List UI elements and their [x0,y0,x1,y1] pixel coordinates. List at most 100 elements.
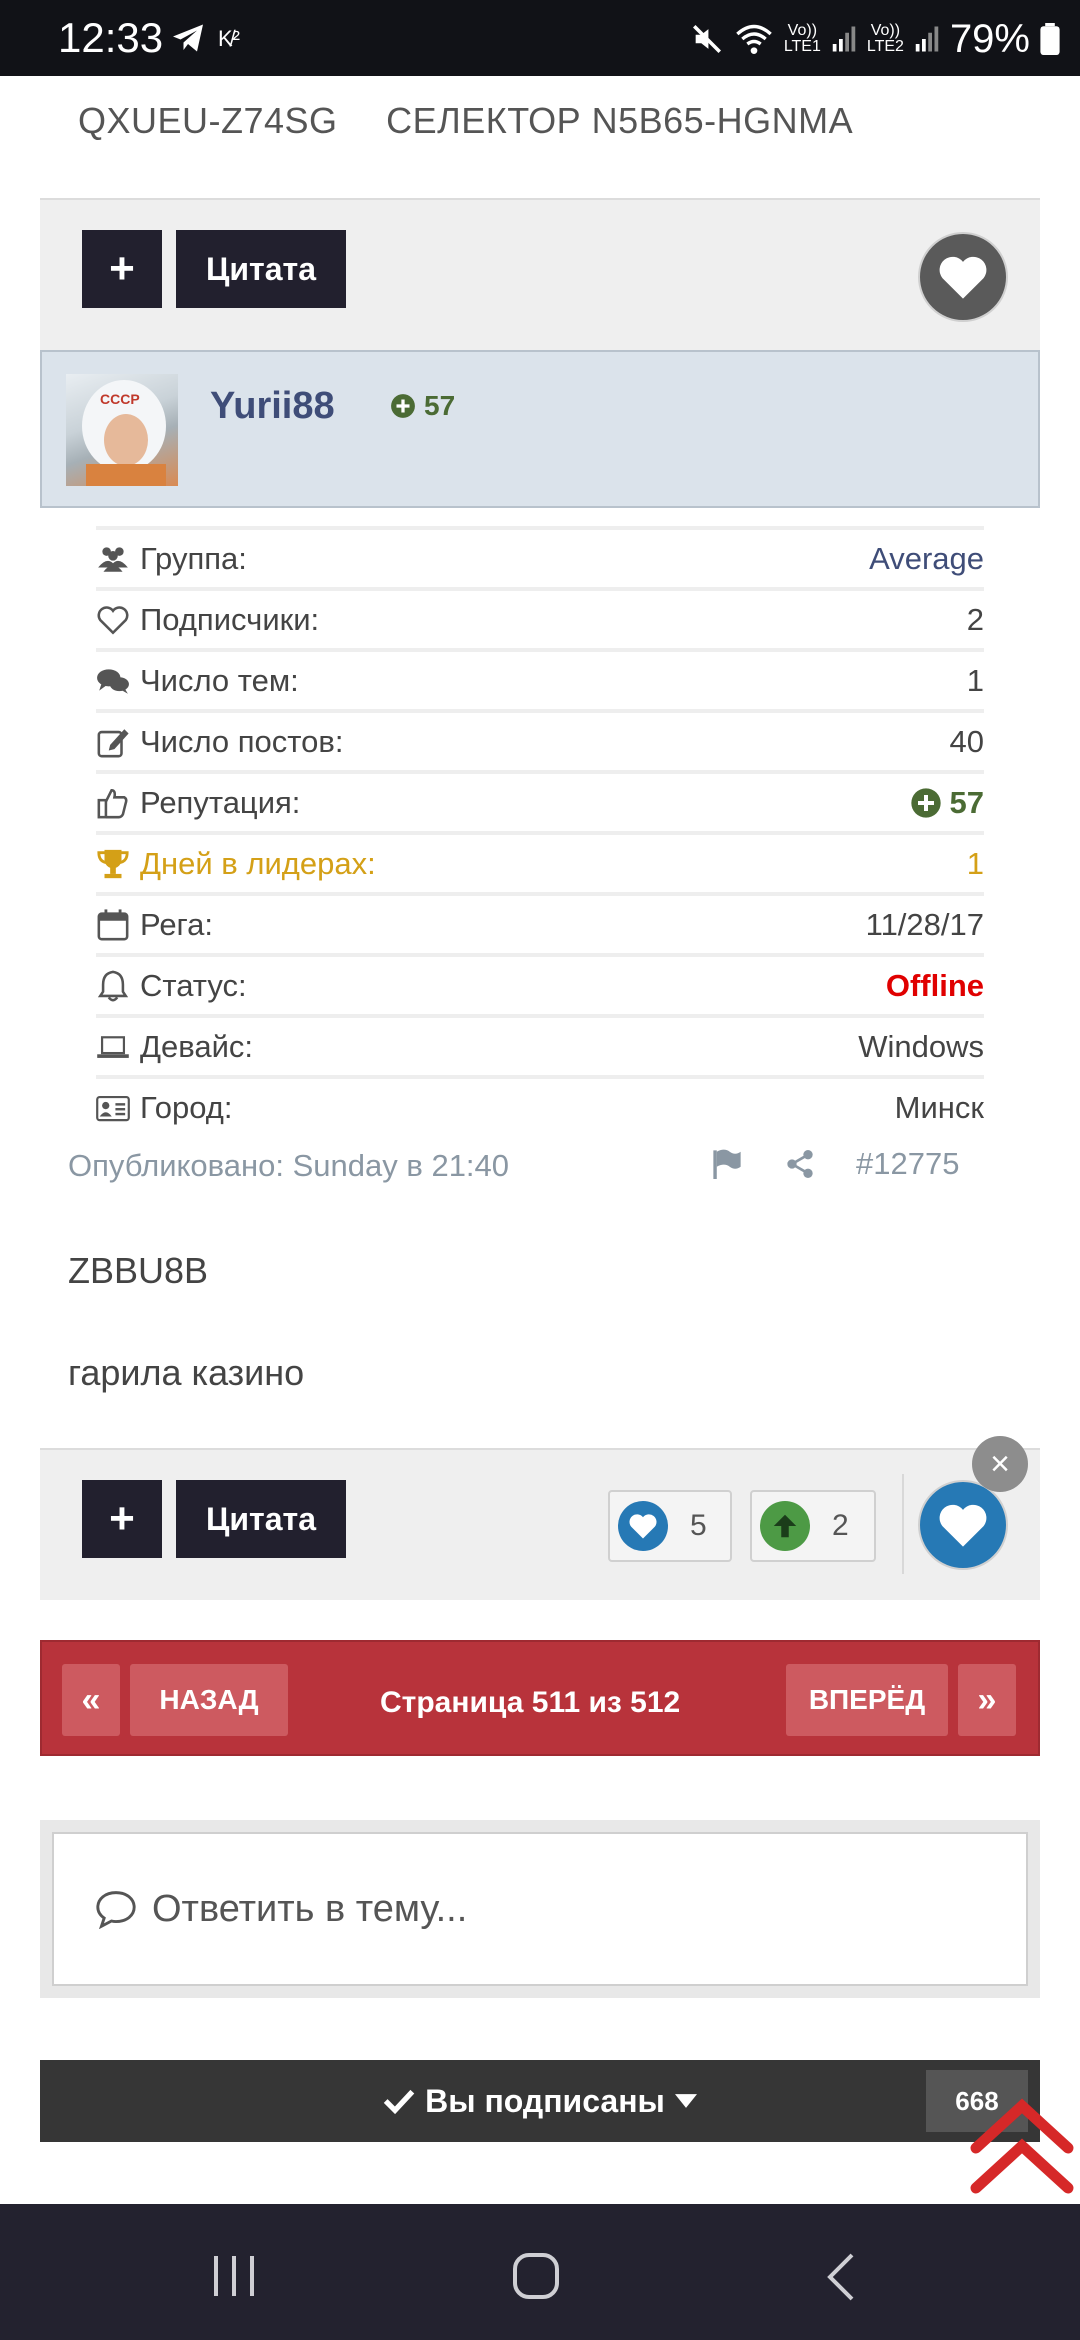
info-value[interactable]: Average [869,541,984,577]
info-row: Статус: Offline [96,953,984,1015]
info-value: 57 [910,785,984,821]
like-button[interactable] [918,1480,1008,1570]
lte2-indicator: Vo)) LTE2 [866,22,904,55]
post-published-date: Опубликовано: Sunday в 21:40 [68,1148,510,1183]
info-row: Дней в лидерах: 1 [96,831,984,893]
check-icon [383,2089,415,2115]
info-label: Число постов: [96,724,343,760]
subscribe-label: Вы подписаны [425,2082,665,2119]
caret-down-icon [674,2094,697,2108]
info-value-text: Average [869,541,984,576]
plus-circle-icon [391,394,415,418]
info-label: Девайс: [96,1029,253,1065]
prev-page-button[interactable]: НАЗАД [130,1664,288,1736]
last-page-button[interactable]: » [958,1664,1016,1736]
info-row: Рега: 11/28/17 [96,892,984,954]
info-row: Город: Минск [96,1075,984,1137]
page-indicator[interactable]: Страница 511 из 512 [380,1686,680,1720]
system-nav-bar [0,2204,1080,2340]
like-count-box[interactable]: 5 [608,1490,732,1562]
heart-outline-icon [96,603,130,637]
svg-text:CCCP: CCCP [100,391,140,407]
info-label: Репутация: [96,785,300,821]
recent-apps-icon[interactable] [212,2254,258,2298]
avatar[interactable]: CCCP [66,374,178,486]
flag-icon[interactable] [710,1149,744,1179]
info-value-text: 2 [966,602,984,637]
info-value: Offline [886,968,984,1004]
subscribe-button[interactable]: Вы подписаны [40,2060,1040,2142]
upvote-count-box[interactable]: 2 [750,1490,876,1562]
status-time: 12:33 [58,14,164,61]
multiquote-button-top[interactable]: + [82,230,162,308]
info-row: Девайс: Windows [96,1014,984,1076]
info-value-text: 1 [966,846,984,881]
info-label: Число тем: [96,663,299,699]
info-label: Рега: [96,907,213,943]
close-reactions-button[interactable]: × [972,1436,1028,1492]
user-card [40,350,1040,508]
reply-input[interactable]: Ответить в тему... [52,1832,1028,1986]
upvote-count: 2 [832,1509,849,1542]
multiquote-button[interactable]: + [82,1480,162,1558]
info-label: Город: [96,1090,232,1126]
avatar-image: CCCP [82,380,166,486]
info-value: 11/28/17 [866,907,984,943]
heart-icon [629,1514,657,1539]
comment-icon [96,1891,136,1929]
info-label: Подписчики: [96,602,319,638]
info-label-text: Дней в лидерах: [140,846,376,881]
mute-icon [692,24,721,54]
like-count: 5 [690,1509,707,1542]
quote-button[interactable]: Цитата [176,1480,346,1558]
bell-icon [96,969,130,1003]
lte1-indicator: Vo)) LTE1 [783,22,821,55]
laptop-icon [96,1030,130,1064]
users-icon [96,542,130,576]
info-value: 40 [950,724,984,760]
info-value-text: Offline [885,968,984,1003]
signal-2-icon [915,26,939,52]
post-tools: #12775 [710,1146,959,1182]
info-row: Число постов: 40 [96,709,984,771]
status-bar: 12:33 K̸² Vo)) LTE1 Vo)) LTE2 79% [0,0,1080,76]
battery-icon [1040,23,1060,55]
post-content-line: гарила казино [68,1352,305,1393]
comments-icon [96,664,130,698]
info-label-text: Подписчики: [140,602,320,637]
back-icon[interactable] [826,2252,856,2302]
first-page-button[interactable]: « [62,1664,120,1736]
topic-title-left: QXUEU-Z74SG [78,100,338,141]
home-icon[interactable] [512,2252,560,2300]
trophy-icon [96,847,130,881]
upvote-reaction-icon [760,1501,810,1551]
scroll-to-top-icon[interactable] [966,2092,1078,2202]
heart-icon [939,256,987,299]
info-label-text: Рега: [140,907,214,942]
info-value-text: Windows [858,1029,984,1064]
call-indicator-icon: K̸² [218,26,240,51]
info-label-text: Число тем: [140,663,299,698]
share-icon[interactable] [784,1148,816,1180]
next-page-button[interactable]: ВПЕРЁД [786,1664,948,1736]
info-value-text: 1 [966,663,984,698]
info-label-text: Город: [140,1090,233,1125]
edit-icon [96,725,130,759]
thumbs-up-icon [96,786,130,820]
battery-percent: 79% [949,16,1030,61]
calendar-icon [96,908,130,942]
like-button-top[interactable] [918,232,1008,322]
info-value: 2 [967,602,984,638]
info-value: Windows [858,1029,984,1065]
info-label: Статус: [96,968,247,1004]
username-link[interactable]: Yurii88 [210,385,335,428]
quote-button-top[interactable]: Цитата [176,230,346,308]
wifi-icon [736,24,772,54]
id-card-icon [96,1091,130,1125]
info-label-text: Группа: [140,541,247,576]
user-reputation: 57 [390,390,455,422]
post-number-link[interactable]: #12775 [856,1146,959,1182]
info-value-text: 40 [949,724,984,759]
topic-title: QXUEU-Z74SG СЕЛЕКТОР N5B65-HGNMA [78,100,891,142]
info-value-text: 11/28/17 [865,907,984,942]
